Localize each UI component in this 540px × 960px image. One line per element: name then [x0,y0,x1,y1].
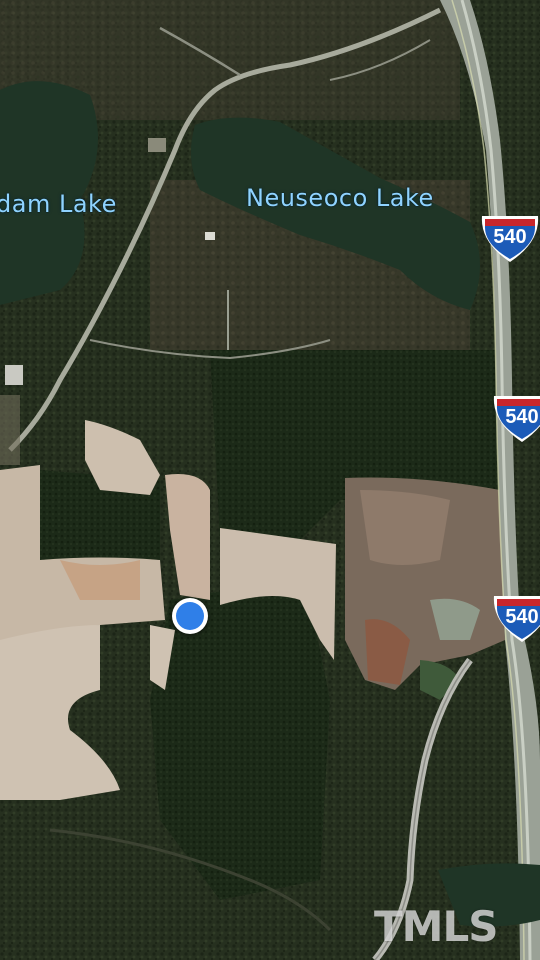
lake-label-left[interactable]: dam Lake [0,190,117,218]
current-location-dot[interactable] [172,598,208,634]
location-dot-inner [176,602,204,630]
interstate-shield[interactable]: 540 [490,392,540,444]
route-number: 540 [505,606,539,628]
route-number: 540 [493,226,527,248]
route-number: 540 [505,406,539,428]
satellite-imagery [0,0,540,960]
watermark-logo: TMLS [374,902,498,951]
interstate-shield[interactable]: 540 [490,592,540,644]
satellite-map[interactable]: dam Lake Neuseoco Lake 540 540 540 TMLS [0,0,540,960]
lake-label-right[interactable]: Neuseoco Lake [246,184,434,212]
interstate-shield[interactable]: 540 [478,212,540,264]
